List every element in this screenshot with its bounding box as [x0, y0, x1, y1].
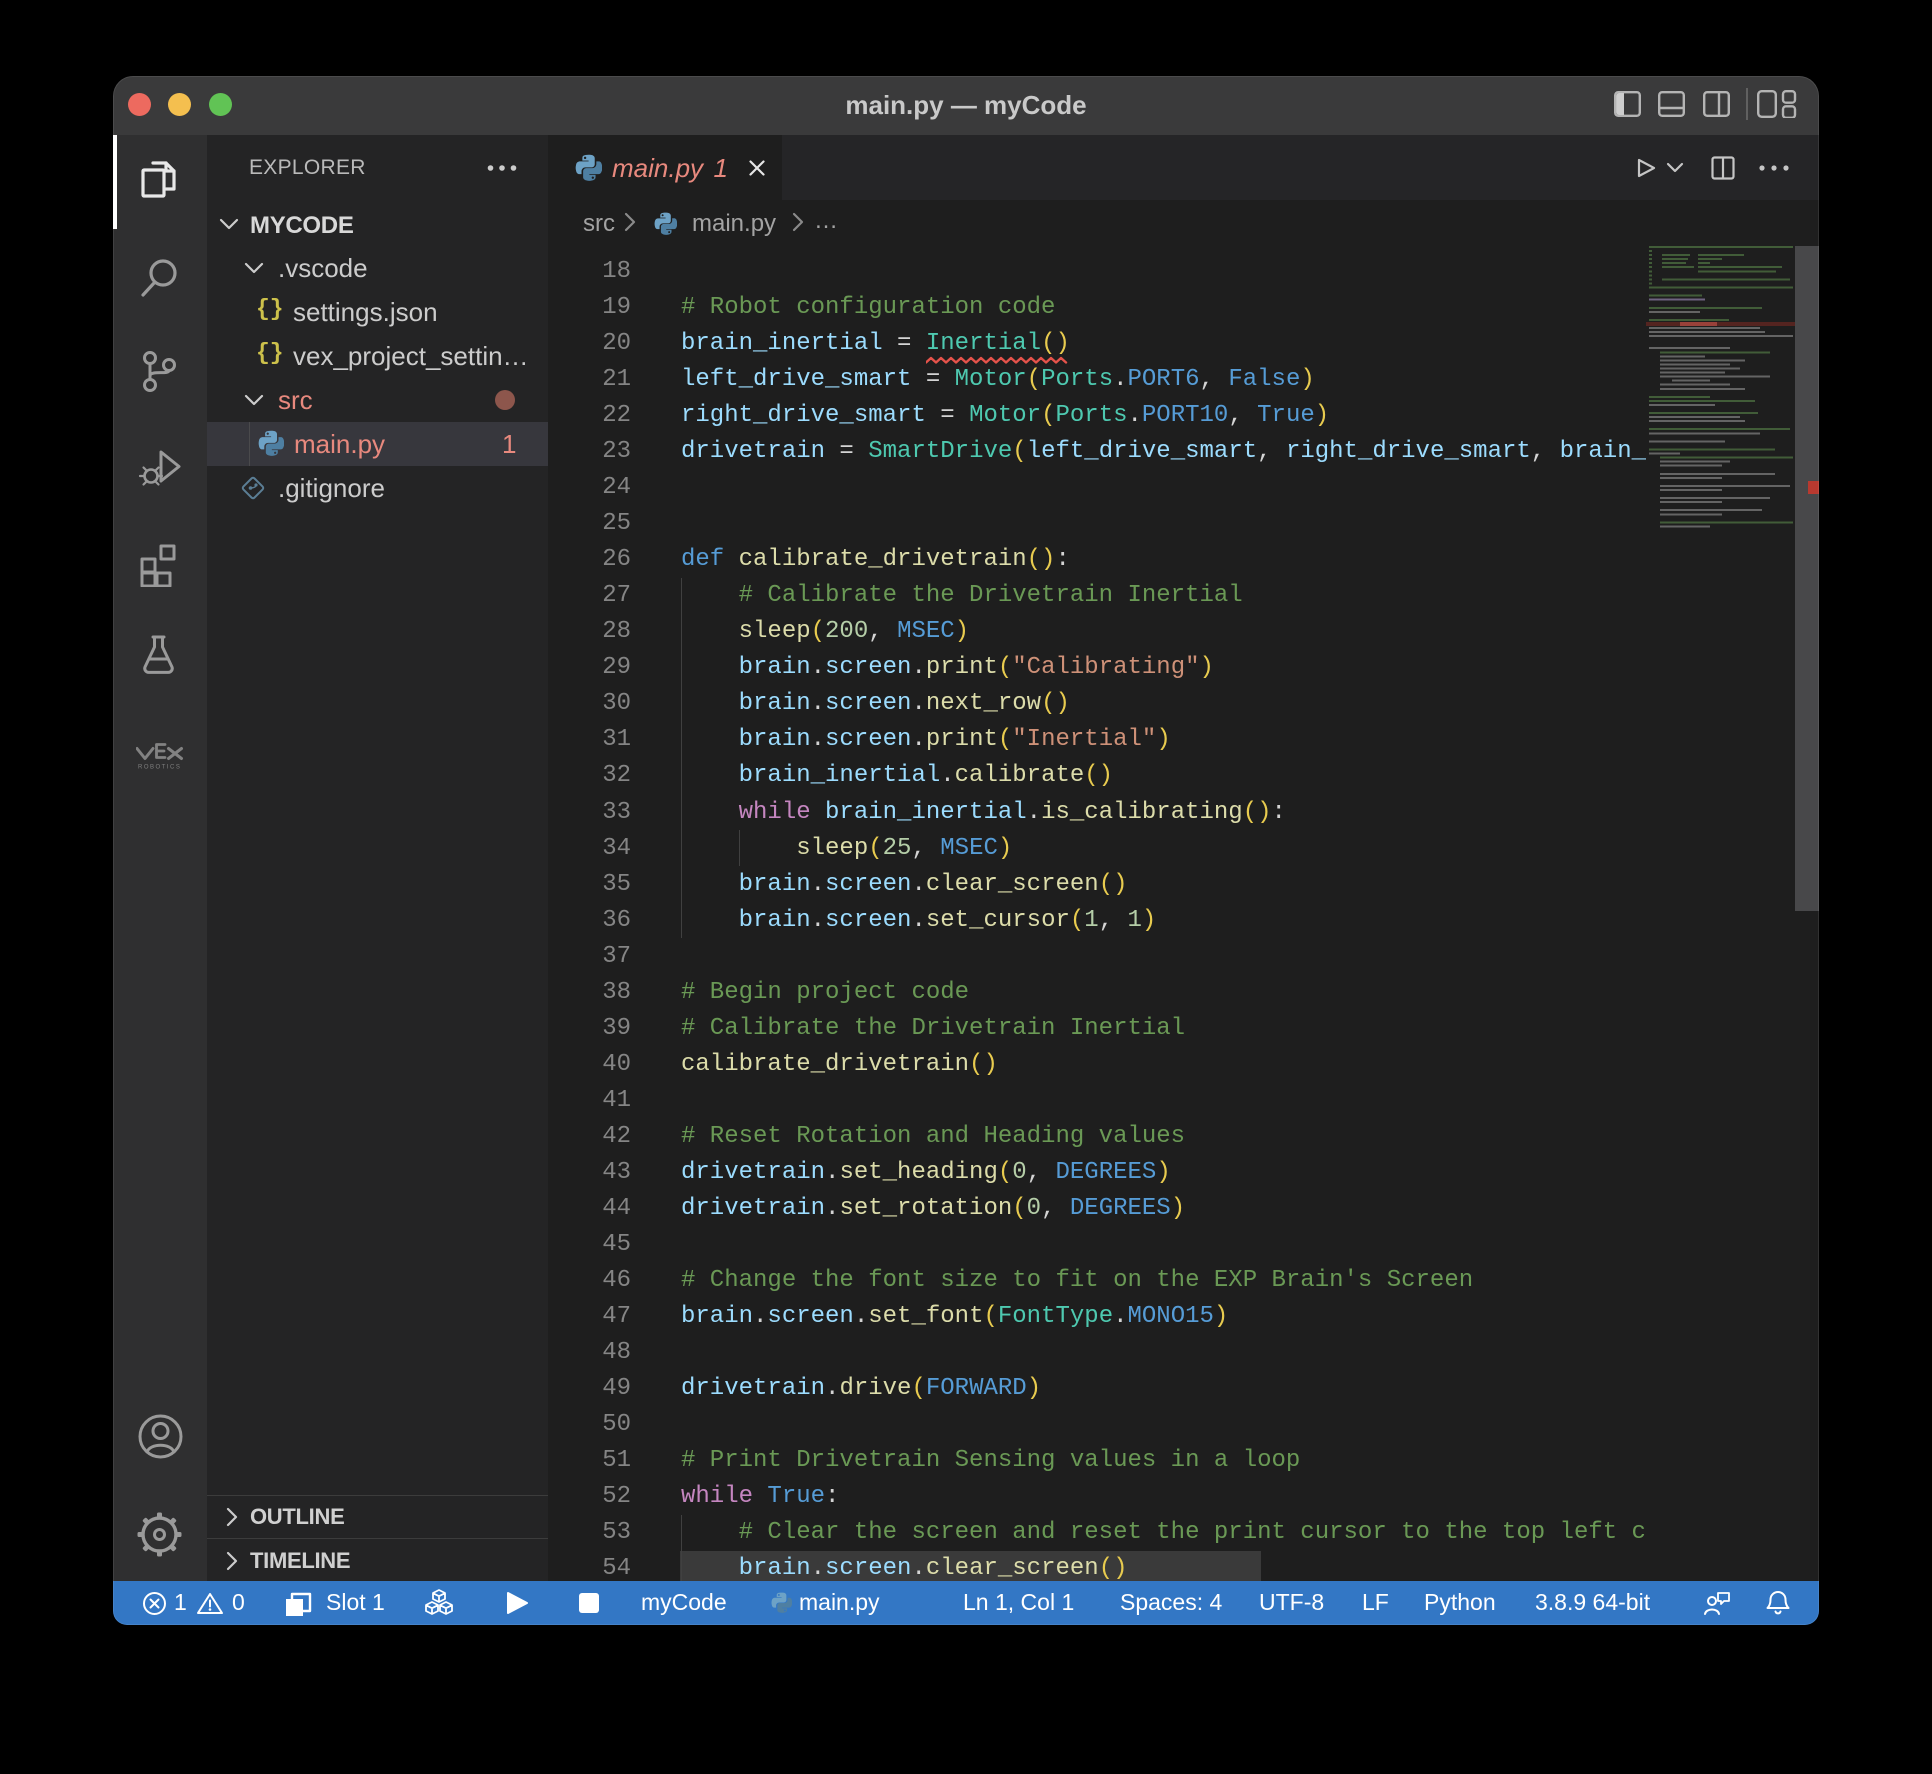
svg-text:ROBOTICS: ROBOTICS	[138, 765, 181, 771]
